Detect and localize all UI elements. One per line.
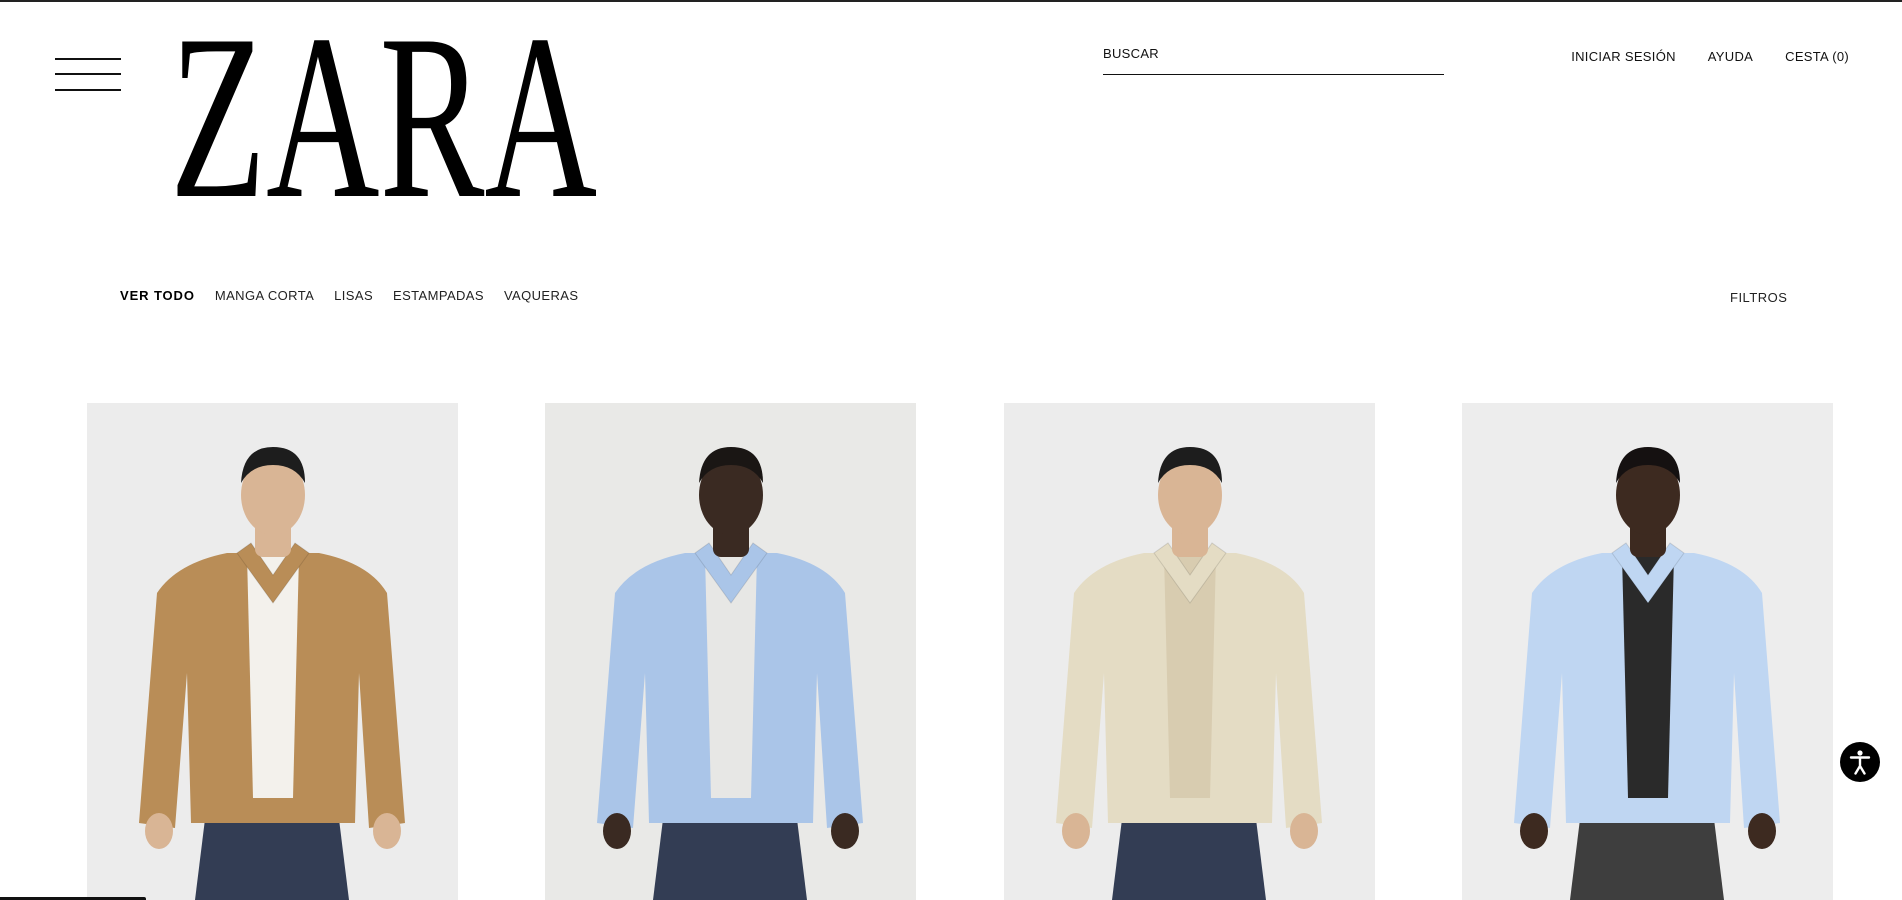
cart-link[interactable]: CESTA (0) <box>1785 49 1849 64</box>
header-links: INICIAR SESIÓN AYUDA CESTA (0) <box>1571 49 1849 64</box>
accessibility-icon <box>1849 750 1871 775</box>
accessibility-button[interactable] <box>1840 742 1880 782</box>
category-vaqueras[interactable]: VAQUERAS <box>504 288 578 303</box>
zara-logo[interactable]: ZARA <box>176 22 596 202</box>
login-link[interactable]: INICIAR SESIÓN <box>1571 49 1676 64</box>
search-label: BUSCAR <box>1103 46 1159 61</box>
product-image <box>87 403 458 900</box>
svg-text:ZARA: ZARA <box>176 22 596 202</box>
top-border <box>0 0 1902 2</box>
hamburger-menu-icon[interactable] <box>55 56 121 92</box>
zara-logo-graphic: ZARA <box>176 22 596 202</box>
product-card[interactable] <box>545 403 916 900</box>
menu-line <box>55 58 121 60</box>
product-image <box>1004 403 1375 900</box>
search-field[interactable]: BUSCAR <box>1103 38 1444 75</box>
product-card[interactable] <box>1462 403 1833 900</box>
menu-line <box>55 89 121 91</box>
category-estampadas[interactable]: ESTAMPADAS <box>393 288 484 303</box>
product-card[interactable] <box>1004 403 1375 900</box>
category-nav: VER TODO MANGA CORTA LISAS ESTAMPADAS VA… <box>120 288 578 303</box>
help-link[interactable]: AYUDA <box>1708 49 1753 64</box>
filters-button[interactable]: FILTROS <box>1730 290 1787 305</box>
category-lisas[interactable]: LISAS <box>334 288 373 303</box>
product-card[interactable] <box>87 403 458 900</box>
category-manga-corta[interactable]: MANGA CORTA <box>215 288 314 303</box>
category-ver-todo[interactable]: VER TODO <box>120 288 195 303</box>
product-image <box>1462 403 1833 900</box>
product-image <box>545 403 916 900</box>
menu-line <box>55 73 121 75</box>
